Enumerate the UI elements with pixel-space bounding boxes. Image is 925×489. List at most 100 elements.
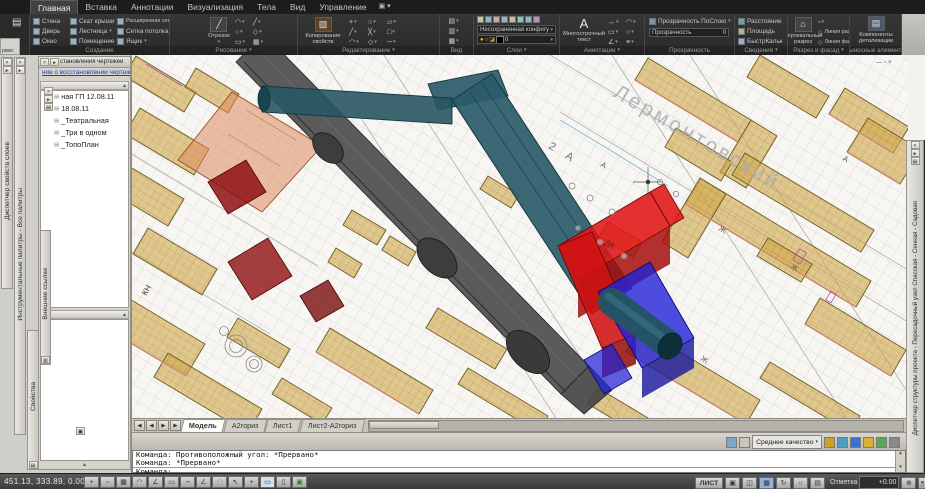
surface-hatch-icon[interactable] — [837, 437, 848, 448]
ortho-toggle[interactable]: ▦ — [116, 476, 131, 488]
tab-a2goriz[interactable]: А2гориз — [223, 419, 267, 432]
tab-home[interactable]: Главная — [30, 0, 78, 14]
stair-button[interactable]: Лестница▾ — [70, 26, 114, 36]
dyn-toggle[interactable]: ∠ — [196, 476, 211, 488]
ceiling-grid-button[interactable]: Сетка потолка — [117, 26, 169, 36]
tab-list1[interactable]: Лист1 — [265, 419, 302, 432]
list-item[interactable]: ▤ная ГП 12.08.11 — [41, 91, 128, 103]
tab-visualize[interactable]: Визуализация — [180, 0, 250, 14]
panel-annotation-label[interactable]: Аннотации▾ — [560, 46, 644, 55]
autohide-icon[interactable]: ▸ — [16, 66, 25, 74]
panel-transparency-label[interactable]: Прозрачность — [645, 46, 734, 55]
panel-details-label[interactable]: Выносные элементы — [850, 46, 901, 55]
circle-button[interactable]: ○▾ — [235, 27, 251, 37]
tab-model[interactable]: Модель — [180, 419, 225, 432]
palette-scroll-up[interactable]: ▴ — [39, 461, 130, 468]
offset-button[interactable]: □▾ — [387, 27, 403, 37]
polyline-button[interactable]: ╱▾ — [253, 17, 269, 27]
last-tab-icon[interactable]: ▶ — [170, 420, 181, 431]
panel-modify-label[interactable]: Редактирование▾ — [298, 46, 439, 55]
close-icon[interactable]: × — [40, 58, 49, 66]
autohide-icon[interactable]: ▸ — [44, 95, 53, 103]
recovery-section-header2[interactable]: ▴ — [40, 310, 129, 319]
panel-layers-label[interactable]: Слои▾ — [474, 46, 559, 55]
box-button[interactable]: Ящик▾ — [117, 36, 169, 46]
select-cycling-toggle[interactable]: ↖ — [228, 476, 243, 488]
close-icon[interactable]: × — [3, 58, 12, 66]
area-button[interactable]: Площадь — [738, 26, 787, 36]
resize-grip-icon[interactable]: ◢ — [919, 480, 924, 488]
tab-insert[interactable]: Вставка — [78, 0, 124, 14]
roof-slab-button[interactable]: Скат крыши▾ — [70, 16, 114, 26]
close-icon[interactable]: × — [911, 141, 920, 149]
isolate-objects-icon[interactable] — [863, 437, 874, 448]
trim-button[interactable]: ▱▾ — [387, 17, 403, 27]
drawing-status-menu-icon[interactable] — [889, 437, 900, 448]
palette-icon[interactable]: ▣ — [76, 427, 85, 435]
showmotion-icon[interactable]: ▤ — [810, 477, 825, 489]
tab-solids[interactable]: Тела — [250, 0, 283, 14]
panel-view-label[interactable]: Вид — [440, 46, 473, 55]
camera-button[interactable]: ▦▾ — [449, 36, 465, 46]
wall-button[interactable]: Стена — [33, 16, 67, 26]
drawing-canvas[interactable]: ЭКЖ — [132, 55, 908, 418]
list-item[interactable]: ▤_ТопоПлан — [41, 139, 128, 151]
horizontal-scrollbar[interactable] — [368, 420, 904, 432]
cut-plane-icon[interactable] — [824, 437, 835, 448]
display-quality-select[interactable]: Среднее качество▾ — [752, 435, 822, 449]
autohide-icon[interactable]: ▸ — [50, 58, 59, 66]
move-button[interactable]: +▾ — [349, 17, 365, 27]
dimension-button[interactable]: ↔▾ — [608, 17, 624, 27]
arc-dim-button[interactable]: ◠▾ — [626, 17, 642, 27]
transparency-input[interactable]: Прозрачность 0 — [649, 28, 729, 37]
detail-components-button[interactable]: ▤ Компоненты детализации — [850, 14, 902, 45]
panel-inquiry-label[interactable]: Сведения▾ — [735, 46, 787, 55]
layer-tool-icon[interactable] — [533, 16, 540, 23]
tools-big-icon[interactable]: ▤ — [12, 17, 21, 28]
list-item[interactable]: ▤_Театральная — [41, 115, 128, 127]
grid-toggle[interactable]: ▫ — [100, 476, 115, 488]
quickcalc-button[interactable]: БыстрКальк — [738, 36, 787, 46]
mirror-button[interactable]: ╳▾ — [368, 27, 384, 37]
layer-tool-icon[interactable] — [493, 16, 500, 23]
minimize-icon[interactable]: — — [876, 60, 882, 66]
autohide-icon[interactable]: ▸ — [911, 149, 920, 157]
space-button[interactable]: Помещение▾ — [70, 36, 114, 46]
close-icon[interactable]: × — [888, 60, 892, 66]
coordinates-display[interactable]: 451.13, 333.89, 0.00 — [4, 477, 85, 486]
snap-toggle[interactable]: + — [84, 476, 99, 488]
close-icon[interactable]: × — [16, 58, 25, 66]
transparency-bylayer-button[interactable]: Прозрачность ПоСлою▾ — [649, 16, 731, 26]
panel-draw-label[interactable]: Рисование▾ — [170, 46, 297, 55]
rotate-button[interactable]: ○▾ — [368, 17, 384, 27]
visual-style-button[interactable]: ▥▾ — [449, 26, 465, 36]
tab-list2-a2goriz[interactable]: Лист2-А2гориз — [299, 419, 365, 432]
quick-view-drawings-icon[interactable]: ◫ — [742, 477, 757, 489]
section-line-button[interactable]: ◇Линия разреза — [818, 27, 850, 37]
layer-tool-icon[interactable] — [517, 16, 524, 23]
layout-button[interactable]: ЛИСТ — [695, 477, 723, 489]
palette-bar-tool-palettes[interactable]: × ▸ Инструментальные палитры - Все палит… — [14, 57, 26, 435]
geolocation-icon[interactable]: ⊕ — [901, 477, 916, 489]
palette-bar-layer-manager[interactable]: × ▸ Диспетчер свойств слоев — [1, 57, 13, 289]
restore-icon[interactable]: ▫ — [884, 60, 886, 66]
ribbon-options-icon[interactable]: ▣ ▾ — [374, 0, 396, 14]
quick-view-layouts-icon[interactable]: ▣ — [725, 477, 740, 489]
palette-bar-project-navigator[interactable]: × ▸ ▤ Диспетчер структуры проекта - Пере… — [906, 140, 924, 473]
first-tab-icon[interactable]: ◀ — [134, 420, 145, 431]
window-button[interactable]: Окно — [33, 36, 67, 46]
model-toggle[interactable]: ▣ — [292, 476, 307, 488]
annotation-visibility-icon[interactable] — [739, 437, 750, 448]
annotation-monitor-toggle[interactable]: ▯ — [276, 476, 291, 488]
elevation-value-field[interactable]: +0.00 — [859, 476, 899, 489]
properties-icon[interactable]: ▤ — [44, 103, 53, 111]
transparency-toggle[interactable]: ▭ — [260, 476, 275, 488]
polar-toggle[interactable]: ◠ — [132, 476, 147, 488]
vertical-section-button[interactable]: ⌂ Вертикальный разрез — [790, 15, 816, 47]
steering-wheel-icon[interactable]: ▦ — [759, 477, 774, 489]
quick-properties-toggle[interactable]: + — [244, 476, 259, 488]
pan-icon[interactable]: ↻ — [776, 477, 791, 489]
match-properties-button[interactable]: ▨ Копирование свойств — [302, 15, 344, 47]
command-window[interactable]: Команда: Противоположный угол: *Прервано… — [132, 450, 906, 473]
layer-tool-icon[interactable] — [525, 16, 532, 23]
